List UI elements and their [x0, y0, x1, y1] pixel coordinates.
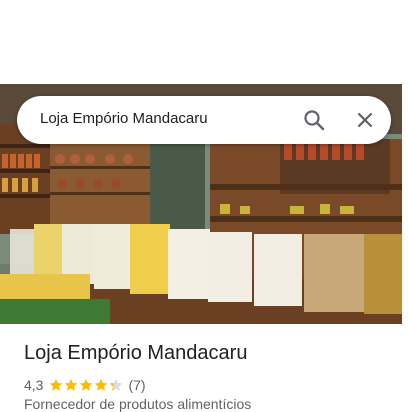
star-icon: [95, 378, 108, 391]
search-bar[interactable]: Loja Empório Mandacaru: [17, 96, 391, 144]
rating-number: 4,3: [24, 377, 44, 393]
star-icon: [110, 378, 123, 391]
place-category: Fornecedor de produtos alimentícios: [24, 396, 252, 412]
search-icon: [304, 110, 325, 131]
close-button[interactable]: [349, 104, 381, 136]
star-icon: [80, 378, 93, 391]
star-icon: [65, 378, 78, 391]
blank-header: [0, 0, 408, 84]
rating-stars: [49, 378, 124, 392]
place-title: Loja Empório Mandacaru: [24, 342, 248, 364]
review-count[interactable]: (7): [128, 377, 145, 393]
search-query-text[interactable]: Loja Empório Mandacaru: [40, 110, 208, 127]
close-icon: [357, 112, 373, 128]
rating-row[interactable]: 4,3 (7): [24, 376, 146, 394]
star-icon: [50, 378, 63, 391]
search-button[interactable]: [298, 104, 330, 136]
